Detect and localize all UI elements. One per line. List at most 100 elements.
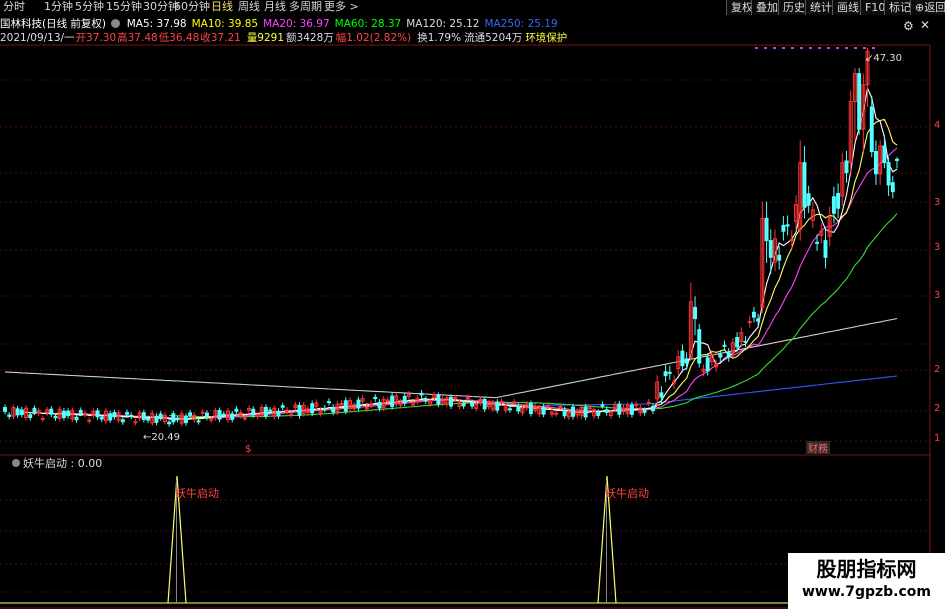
candle-up	[242, 417, 247, 420]
candle-down	[15, 408, 20, 416]
candle-down	[343, 400, 348, 412]
candle-down	[327, 401, 331, 404]
candle-up	[465, 397, 470, 400]
candle-down	[53, 415, 58, 419]
candle-down	[823, 240, 828, 258]
candle-down	[129, 414, 134, 417]
candle-down	[402, 395, 407, 404]
period-tab-8[interactable]: 月线	[264, 0, 286, 14]
candle-down	[764, 217, 769, 242]
chart-canvas[interactable]: 4 3 3 3 2 2 1 ↙47.30 ←20.49 $ 财務 妖牛启动 妖牛启动	[0, 0, 945, 609]
candle-down	[217, 410, 222, 420]
toolbar-button-7[interactable]: ⊕返回	[910, 0, 945, 15]
watermark-title: 股朋指标网	[816, 557, 917, 581]
candle-down	[629, 404, 634, 415]
candle-down	[659, 392, 664, 398]
ma-legend-1: MA10: 39.85	[191, 18, 259, 30]
candle-up	[587, 407, 592, 410]
candle-down	[221, 413, 226, 416]
candle-down	[693, 306, 698, 320]
chart-grid: 4 3 3 3 2 2 1	[0, 44, 940, 609]
candle-down	[831, 196, 836, 214]
stock-name: 国林科技(日线 前复权)	[0, 18, 107, 30]
float-shares: 流通5204万	[464, 32, 523, 44]
high-price-label: ↙47.30	[865, 53, 902, 64]
candle-down	[781, 224, 786, 232]
candle-up	[82, 412, 87, 415]
candle-up	[200, 411, 205, 414]
period-tab-6[interactable]: 日线	[211, 0, 233, 14]
candle-down	[436, 394, 441, 405]
ma120-line	[4, 317, 898, 399]
candle-down	[882, 145, 887, 164]
candle-down	[718, 354, 723, 358]
candle-down	[836, 192, 841, 209]
indicator-icon[interactable]	[12, 459, 20, 467]
candle-down	[886, 162, 891, 186]
change: 幅1.02(2.82%)	[335, 32, 412, 44]
candle-down	[322, 407, 327, 410]
period-tab-1[interactable]: 1分钟	[44, 0, 73, 14]
candle-up	[87, 419, 92, 422]
candle-down	[869, 106, 874, 153]
candle-down	[541, 406, 546, 415]
candle-down	[722, 344, 727, 347]
candle-down	[61, 410, 66, 418]
volume: 量9291	[246, 32, 285, 44]
watermark-url: www.7gpzb.com	[801, 584, 931, 600]
ma-legend-4: MA120: 25.12	[406, 18, 480, 30]
candle-down	[146, 418, 151, 421]
period-tab-2[interactable]: 5分钟	[75, 0, 104, 14]
candle-down	[167, 421, 172, 425]
candle-down	[756, 318, 761, 322]
candle-down	[684, 358, 689, 364]
candle-down	[751, 311, 756, 318]
candle-down	[419, 392, 424, 396]
amount: 额3428万	[286, 32, 334, 44]
candle-up	[646, 401, 651, 404]
sector-tag[interactable]: 环境保护	[525, 32, 567, 44]
settings-icon[interactable]	[111, 19, 121, 28]
close-price: 收37.21	[200, 32, 241, 44]
close-icon[interactable]: ✕	[920, 18, 930, 32]
indicator-label[interactable]: 妖牛启动 : 0.00	[12, 457, 102, 471]
candle-down	[32, 407, 37, 413]
candle-down	[356, 399, 361, 409]
candle-down	[7, 414, 12, 417]
period-toolbar: 分时 1分钟 5分钟 15分钟 30分钟 60分钟 日线 周线 月线 多周期 更多 > 复权 叠加 历史统…	[0, 0, 945, 15]
candle-down	[705, 357, 710, 372]
candle-down	[667, 371, 672, 374]
period-tab-5[interactable]: 60分钟	[174, 0, 210, 14]
candle-down	[390, 395, 395, 407]
period-tab-10[interactable]: 更多 >	[324, 0, 359, 14]
watermark: 股朋指标网 www.7gpzb.com	[788, 553, 945, 609]
ma-legend-0: MA5: 37.98	[126, 18, 187, 30]
finance-marker: 财務	[808, 442, 828, 455]
candle-up	[545, 404, 550, 407]
candle-down	[617, 403, 622, 415]
period-tab-7[interactable]: 周线	[238, 0, 260, 14]
period-tab-3[interactable]: 15分钟	[106, 0, 142, 14]
bar-date: 2021/09/13/一	[0, 32, 75, 44]
candle-down	[857, 73, 862, 130]
candle-down	[297, 404, 302, 416]
period-tab-0[interactable]: 分时	[3, 0, 25, 14]
candle-down	[663, 371, 668, 377]
candle-down	[112, 412, 117, 418]
candle-down	[331, 406, 336, 413]
candle-down	[726, 352, 731, 358]
toolbar-button-4[interactable]: 画线	[832, 0, 863, 15]
settings-gear-icon[interactable]: ⚙	[903, 19, 914, 33]
candle-down	[583, 406, 588, 418]
candle-down	[596, 411, 601, 416]
candle-down	[276, 410, 281, 417]
candle-up	[558, 405, 563, 408]
candle-down	[66, 410, 71, 417]
candle-down	[470, 402, 475, 407]
axis-tick-5: 2	[934, 403, 940, 414]
period-tab-9[interactable]: 多周期	[289, 0, 322, 14]
candle-up	[289, 413, 294, 416]
candle-down	[310, 403, 315, 414]
candle-down	[3, 407, 7, 412]
candle-down	[204, 412, 209, 418]
